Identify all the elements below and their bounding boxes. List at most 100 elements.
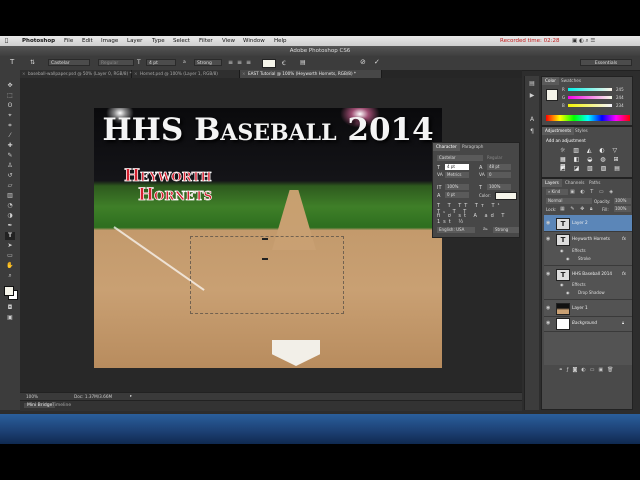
layer-name[interactable]: Layer 2 xyxy=(572,220,588,225)
mini-bridge-tab[interactable]: Mini Bridge xyxy=(24,403,56,408)
channels-tab[interactable]: Channels xyxy=(562,179,587,187)
actions-panel-icon[interactable]: ▶ xyxy=(527,92,537,100)
brush-tool-icon[interactable]: ✎ xyxy=(5,152,15,160)
zoom-tool-icon[interactable]: ⌕ xyxy=(5,272,15,280)
doc-tab-east-tutorial[interactable]: × EAST Tutorial @ 100% (Heyworth Hornets… xyxy=(240,70,382,78)
color-tab[interactable]: Color xyxy=(542,77,559,85)
fx-icon[interactable]: fx xyxy=(622,271,626,276)
gradient-tool-icon[interactable]: ▥ xyxy=(5,192,15,200)
font-style-select[interactable]: Regular xyxy=(98,59,134,66)
antialias-select[interactable]: Strong xyxy=(194,59,222,66)
delete-layer-icon[interactable]: 🗑︎ xyxy=(607,367,617,373)
lock-icons[interactable]: ▦ ✎ ✥ 🔒︎ xyxy=(560,206,595,212)
fill-value[interactable]: 100% xyxy=(614,206,631,212)
history-brush-tool-icon[interactable]: ↺ xyxy=(5,172,15,180)
marquee-tool-icon[interactable]: ⬚ xyxy=(5,92,15,100)
color-spectrum-bar[interactable] xyxy=(546,115,630,121)
b-value[interactable]: 234 xyxy=(616,103,624,108)
visibility-eye-icon[interactable]: ◉ xyxy=(546,220,552,226)
fx-icon[interactable]: fx xyxy=(622,236,626,241)
g-value[interactable]: 244 xyxy=(616,95,624,100)
type-tool-icon[interactable]: T xyxy=(10,58,14,66)
character-tab[interactable]: Character xyxy=(433,143,460,151)
close-tab-icon[interactable]: × xyxy=(242,70,246,78)
path-select-tool-icon[interactable]: ➤ xyxy=(5,242,15,250)
layer-name[interactable]: Layer 1 xyxy=(572,305,588,310)
visibility-eye-icon[interactable]: ◉ xyxy=(560,282,564,287)
char-baseline[interactable]: 0 pt xyxy=(445,192,469,198)
orientation-toggle-icon[interactable]: ⇅ xyxy=(30,59,35,66)
visibility-eye-icon[interactable]: ◉ xyxy=(546,236,552,242)
text-bounding-box[interactable] xyxy=(190,236,344,314)
add-mask-icon[interactable]: ◙ xyxy=(572,367,581,373)
status-menu-arrow-icon[interactable]: ▸ xyxy=(130,393,132,398)
color-fg-swatch[interactable] xyxy=(546,89,558,101)
text-color-swatch[interactable] xyxy=(262,59,276,68)
paragraph-panel-icon[interactable]: ¶ xyxy=(527,128,537,136)
r-slider[interactable] xyxy=(568,88,612,91)
layer-filter-icons[interactable]: ▣ ◐ T ▭ ◈ xyxy=(570,189,615,195)
close-tab-icon[interactable]: × xyxy=(134,70,138,78)
timeline-tab[interactable]: Timeline xyxy=(52,403,71,408)
char-leading[interactable]: 48 pt xyxy=(487,164,511,170)
character-panel-icon[interactable]: A xyxy=(527,116,537,124)
canvas-headline[interactable]: HHS Baseball 2014 xyxy=(94,112,442,148)
layer-row[interactable]: ◉ T Layer 2 xyxy=(544,215,632,232)
swatches-tab[interactable]: Swatches xyxy=(558,77,584,85)
paths-tab[interactable]: Paths xyxy=(586,179,603,187)
layer-name[interactable]: HHS Baseball 2014 xyxy=(572,271,612,276)
canvas-subtitle-line1[interactable]: Heyworth xyxy=(124,166,212,187)
blend-mode-select[interactable]: Normal xyxy=(546,198,592,204)
close-tab-icon[interactable]: × xyxy=(22,70,26,78)
effect-row[interactable]: ◉ Stroke xyxy=(544,255,632,263)
history-panel-icon[interactable]: ▤ xyxy=(527,80,537,88)
layer-row[interactable]: ◉ T HHS Baseball 2014 fx xyxy=(544,265,632,282)
visibility-eye-icon[interactable]: ◉ xyxy=(566,290,570,295)
crop-tool-icon[interactable]: ⌗ xyxy=(5,122,15,130)
toggle-panels-icon[interactable]: ▤ xyxy=(300,59,306,66)
type-tool-active-icon[interactable]: T xyxy=(5,232,15,240)
char-style-buttons[interactable]: T T TT Tт T¹ T₁ T T xyxy=(437,203,517,215)
dodge-tool-icon[interactable]: ◑ xyxy=(5,212,15,220)
workspace-select[interactable]: Essentials xyxy=(580,59,632,66)
blur-tool-icon[interactable]: ◔ xyxy=(5,202,15,210)
menu-app-name[interactable]: Photoshop xyxy=(22,38,55,44)
char-kerning[interactable]: Metrics xyxy=(445,172,469,178)
layer-filter-select[interactable]: ⌕ Kind xyxy=(546,189,568,195)
paragraph-tab[interactable]: Paragraph xyxy=(459,143,486,151)
eyedropper-tool-icon[interactable]: ⁄ xyxy=(5,132,15,140)
char-antialias[interactable]: Strong xyxy=(493,227,519,233)
align-left-icon[interactable]: ≡ xyxy=(228,59,233,66)
visibility-eye-icon[interactable]: ◉ xyxy=(546,320,552,326)
apple-menu-icon[interactable]:  xyxy=(5,38,8,44)
hand-tool-icon[interactable]: ✋ xyxy=(5,262,15,270)
doc-tab-baseball-wallpaper[interactable]: × baseball-wallpaper.psd @ 50% (Layer 0,… xyxy=(20,70,132,78)
menu-view[interactable]: View xyxy=(222,38,235,44)
menu-edit[interactable]: Edit xyxy=(82,38,93,44)
menu-window[interactable]: Window xyxy=(243,38,265,44)
effects-row[interactable]: ◉ Effects xyxy=(544,247,632,255)
doc-tab-hornet[interactable]: × Hornet.psd @ 100% (Layer 1, RGB/8) xyxy=(132,70,240,78)
eraser-tool-icon[interactable]: ▱ xyxy=(5,182,15,190)
menu-select[interactable]: Select xyxy=(173,38,190,44)
commit-edits-icon[interactable]: ✓ xyxy=(374,58,380,66)
g-slider[interactable] xyxy=(568,96,612,99)
menu-help[interactable]: Help xyxy=(274,38,287,44)
char-opentype-buttons[interactable]: ﬁ ơ st A ad T 1st ½ xyxy=(437,213,517,225)
font-family-select[interactable]: Castelar xyxy=(48,59,90,66)
r-value[interactable]: 245 xyxy=(616,87,624,92)
layer-row[interactable]: ◉ T Heyworth Hornets fx xyxy=(544,231,632,247)
visibility-eye-icon[interactable]: ◉ xyxy=(546,271,552,277)
quick-mask-icon[interactable]: ◘ xyxy=(5,304,15,312)
char-font-size[interactable]: 4 pt xyxy=(445,164,469,170)
char-font-family[interactable]: Castelar xyxy=(437,155,483,161)
char-language[interactable]: English: USA xyxy=(437,227,475,233)
char-hscale[interactable]: 100% xyxy=(487,184,511,190)
zoom-level[interactable]: 100% xyxy=(26,394,38,399)
adjustment-icons-row1[interactable]: ☼ ▥ ◭ ◐ ▽ xyxy=(560,147,630,154)
char-color-swatch[interactable] xyxy=(495,192,517,200)
char-tracking[interactable]: 0 xyxy=(487,172,511,178)
screen-mode-icon[interactable]: ▣ xyxy=(5,314,15,322)
effects-row[interactable]: ◉ Effects xyxy=(544,281,632,289)
menu-file[interactable]: File xyxy=(64,38,73,44)
